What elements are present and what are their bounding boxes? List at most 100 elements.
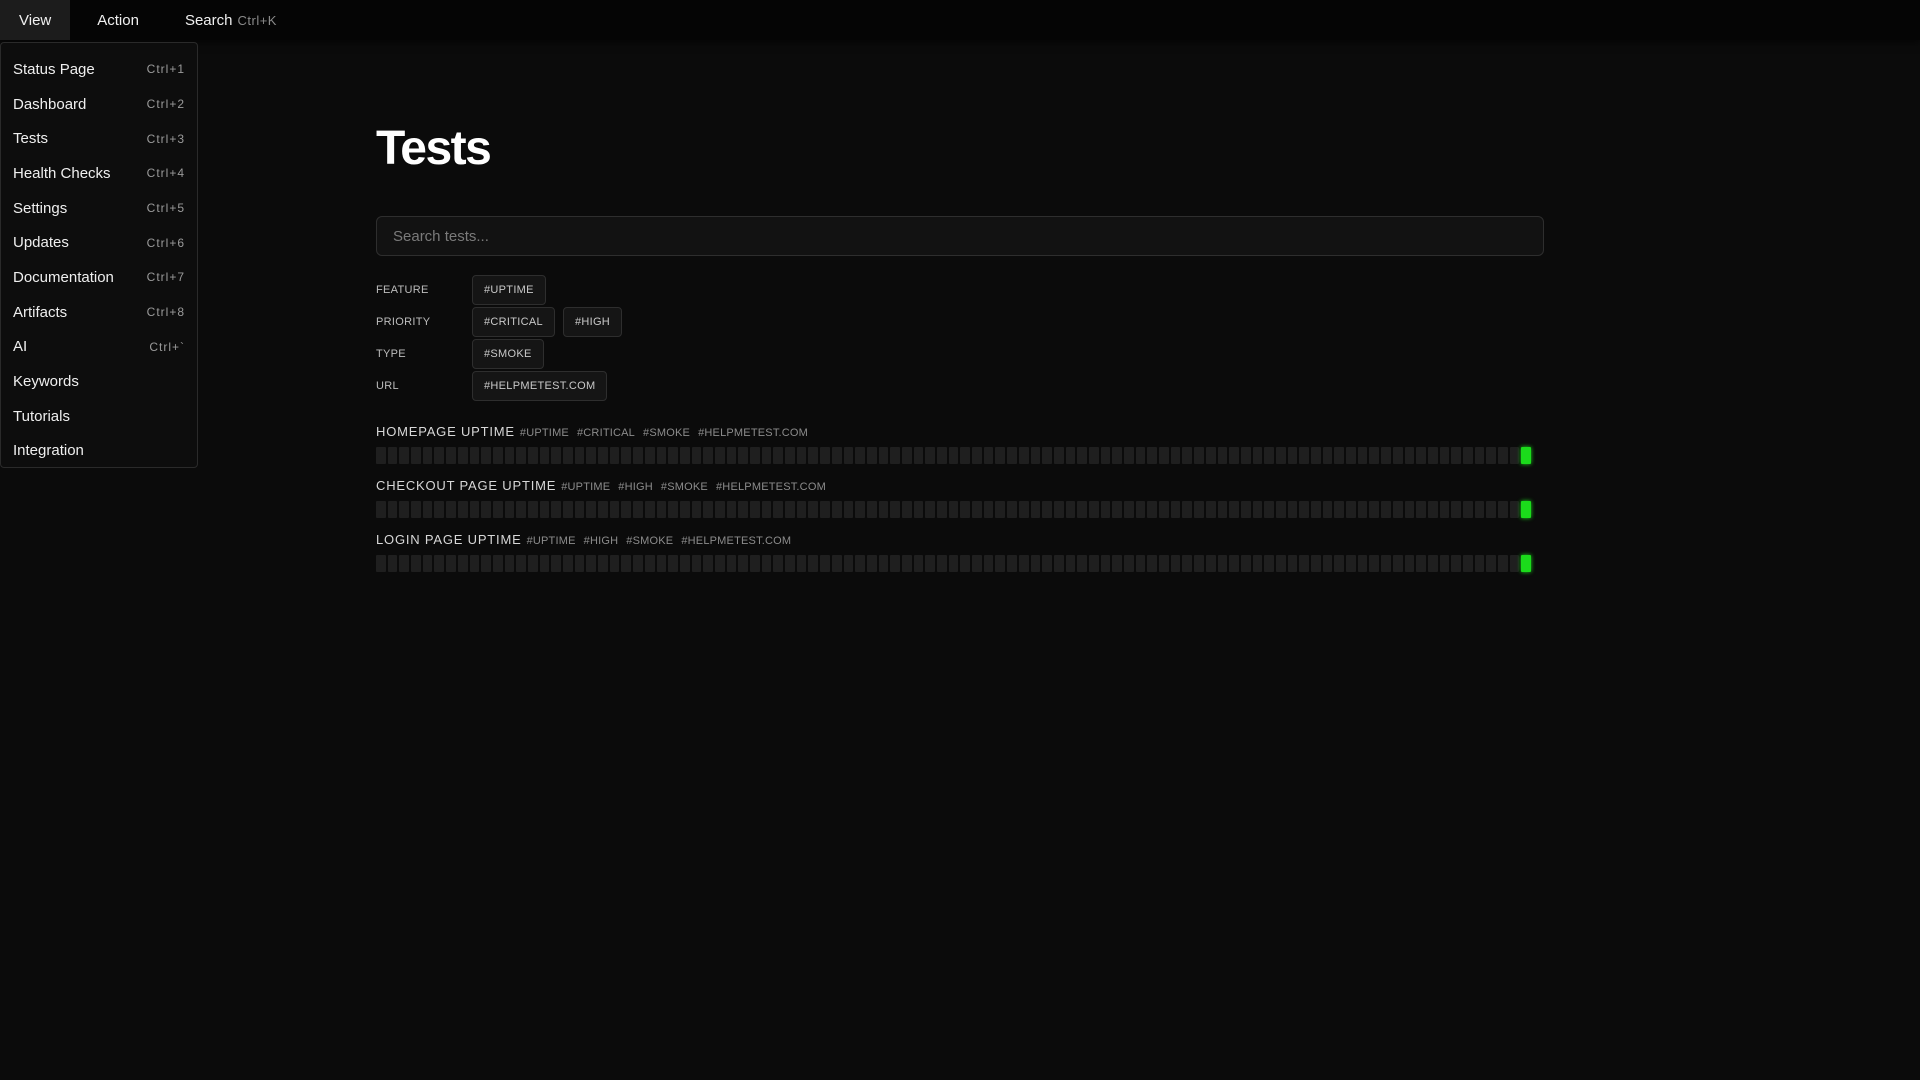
history-bar-empty <box>609 501 620 518</box>
history-bar-empty <box>773 555 784 572</box>
menu-item-keywords[interactable]: Keywords <box>1 364 197 399</box>
menu-item-dashboard[interactable]: Dashboard Ctrl+2 <box>1 87 197 122</box>
menu-item-label: Artifacts <box>13 303 68 321</box>
history-bar-empty <box>1252 501 1263 518</box>
test-tag: #UPTIME <box>519 427 569 439</box>
menu-item-artifacts[interactable]: Artifacts Ctrl+8 <box>1 295 197 330</box>
history-bar-empty <box>1135 501 1146 518</box>
history-bar-empty <box>750 447 760 464</box>
test-tag: #SMOKE <box>626 535 674 547</box>
menu-item-health-checks[interactable]: Health Checks Ctrl+4 <box>1 156 197 191</box>
history-bar-empty <box>1334 501 1345 518</box>
history-bar-empty <box>960 501 971 518</box>
history-bar-empty <box>1439 555 1450 572</box>
history-bar-empty <box>1346 555 1356 572</box>
history-bar-empty <box>796 555 807 572</box>
history-bar-empty <box>644 447 655 464</box>
history-bar-empty <box>1135 447 1146 464</box>
menu-item-integration[interactable]: Integration <box>1 434 197 469</box>
filter-chip[interactable]: #HIGH <box>562 307 623 337</box>
history-bar-empty <box>1217 447 1228 464</box>
menu-search-shortcut: Ctrl+K <box>237 12 277 28</box>
history-bar-empty <box>1392 555 1403 572</box>
filter-chip[interactable]: #HELPMETEST.COM <box>472 371 608 401</box>
test-name[interactable]: HOMEPAGE UPTIME <box>376 424 515 439</box>
history-bar-empty <box>1427 555 1438 572</box>
history-bar-empty <box>1486 501 1496 518</box>
menu-item-label: Health Checks <box>13 164 111 182</box>
menu-item-tutorials[interactable]: Tutorials <box>1 399 197 434</box>
history-bar-empty <box>1451 501 1461 518</box>
menu-item-shortcut: Ctrl+4 <box>146 166 185 181</box>
history-bar-empty <box>890 555 900 572</box>
test-name[interactable]: LOGIN PAGE UPTIME <box>376 532 522 547</box>
history-bar-empty <box>539 447 550 464</box>
menu-item-documentation[interactable]: Documentation Ctrl+7 <box>1 260 197 295</box>
history-bar-empty <box>1205 447 1216 464</box>
history-bar-empty <box>644 555 655 572</box>
history-bar-empty <box>1264 555 1274 572</box>
history-bar-empty <box>925 501 935 518</box>
history-bar-empty <box>1299 447 1309 464</box>
history-bar-empty <box>1509 555 1520 572</box>
history-bar-empty <box>960 555 971 572</box>
history-bar-empty <box>656 501 667 518</box>
history-bar-empty <box>913 447 924 464</box>
history-bar-empty <box>1065 555 1076 572</box>
history-bar-empty <box>890 501 900 518</box>
test-tag: #SMOKE <box>643 427 691 439</box>
history-bar-empty <box>1439 447 1450 464</box>
history-bar-empty <box>1322 555 1333 572</box>
history-bar-empty <box>1439 501 1450 518</box>
test-list: HOMEPAGE UPTIME #UPTIME #CRITICAL #SMOKE #HE… <box>376 424 1544 586</box>
history-bar-empty <box>1147 447 1158 464</box>
menu-item-settings[interactable]: Settings Ctrl+5 <box>1 191 197 226</box>
history-bar-empty <box>1451 447 1461 464</box>
history-bar-empty <box>434 447 445 464</box>
menu-item-ai[interactable]: AI Ctrl+` <box>1 330 197 365</box>
menu-action-label: Action <box>97 11 139 29</box>
history-bar-pass <box>1521 555 1532 572</box>
history-bar-pass <box>1521 501 1532 518</box>
test-name[interactable]: CHECKOUT PAGE UPTIME <box>376 478 556 493</box>
history-bar-empty <box>1088 501 1099 518</box>
history-bar-empty <box>773 447 784 464</box>
history-bar-empty <box>481 555 491 572</box>
filter-chip[interactable]: #UPTIME <box>472 275 546 305</box>
filter-chip[interactable]: #CRITICAL <box>472 307 555 337</box>
history-bar-empty <box>551 447 561 464</box>
history-bar-empty <box>738 447 748 464</box>
menu-item-updates[interactable]: Updates Ctrl+6 <box>1 225 197 260</box>
history-bar-empty <box>1194 501 1204 518</box>
history-bar-empty <box>1462 555 1473 572</box>
menu-item-status-page[interactable]: Status Page Ctrl+1 <box>1 52 197 87</box>
history-bar-empty <box>866 447 877 464</box>
history-bar-empty <box>516 447 526 464</box>
search-tests-input[interactable] <box>376 216 1544 256</box>
test-item: HOMEPAGE UPTIME #UPTIME #CRITICAL #SMOKE #HE… <box>376 424 1544 478</box>
history-bar-empty <box>738 501 748 518</box>
test-history-bars <box>376 501 1544 518</box>
filter-chip[interactable]: #SMOKE <box>472 339 544 369</box>
filter-row-feature: FEATURE #UPTIME <box>376 274 1544 306</box>
history-bar-empty <box>539 501 550 518</box>
history-bar-empty <box>1311 447 1321 464</box>
menu-view-label: View <box>19 11 52 29</box>
menu-search[interactable]: Search Ctrl+K <box>166 0 296 40</box>
filter-row-priority: PRIORITY #CRITICAL #HIGH <box>376 306 1544 338</box>
test-history-bars <box>376 555 1544 572</box>
menu-view[interactable]: View <box>0 0 71 40</box>
history-bar-empty <box>972 447 982 464</box>
history-bar-empty <box>668 501 678 518</box>
menu-item-tests[interactable]: Tests Ctrl+3 <box>1 121 197 156</box>
menu-action[interactable]: Action <box>78 0 158 40</box>
history-bar-empty <box>1007 447 1017 464</box>
history-bar-empty <box>1462 501 1473 518</box>
history-bar-empty <box>1474 555 1485 572</box>
history-bar-empty <box>1159 501 1169 518</box>
history-bar-empty <box>516 555 526 572</box>
history-bar-empty <box>1135 555 1146 572</box>
history-bar-empty <box>1299 501 1309 518</box>
filter-label: PRIORITY <box>376 316 431 328</box>
history-bar-empty <box>1264 501 1274 518</box>
